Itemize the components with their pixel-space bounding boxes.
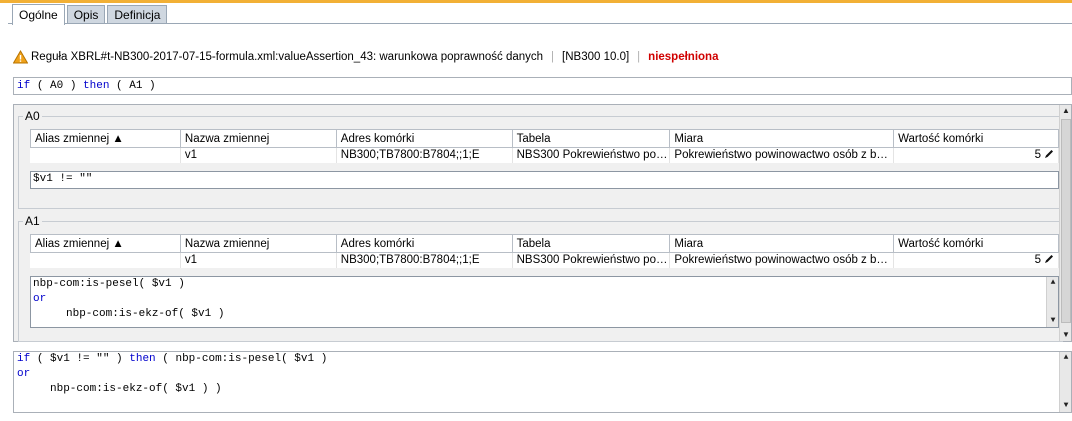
separator: | <box>637 51 641 63</box>
scroll-up-icon[interactable]: ▲ <box>1060 105 1072 117</box>
column-header-table[interactable]: Tabela <box>511 129 671 148</box>
column-header-address[interactable]: Adres komórki <box>335 129 513 148</box>
warning-triangle-icon <box>12 50 29 64</box>
tab-ogolne[interactable]: Ogólne <box>12 4 65 25</box>
window-accent-strip <box>0 0 1072 3</box>
pencil-icon[interactable] <box>1044 254 1054 264</box>
column-header-measure[interactable]: Miara <box>669 129 895 148</box>
keyword-then: then <box>83 80 110 92</box>
code-line: nbp-com:is-pesel( $v1 ) <box>33 278 185 290</box>
formula-operand: ( $v1 != "" ) <box>36 353 123 365</box>
cell-alias <box>30 147 181 163</box>
keyword-if: if <box>17 80 31 92</box>
rule-name: Reguła XBRL#t-NB300-2017-07-15-formula.x… <box>31 51 544 63</box>
keyword-if: if <box>17 353 31 365</box>
table-header-row: Alias zmiennej ▲ Nazwa zmiennej Adres ko… <box>30 234 1059 253</box>
cell-value: 5 <box>893 147 1059 163</box>
rule-header: Reguła XBRL#t-NB300-2017-07-15-formula.x… <box>12 49 719 65</box>
condition-a1[interactable]: nbp-com:is-pesel( $v1 ) or nbp-com:is-ek… <box>30 276 1059 328</box>
panel-scrollbar[interactable]: ▲ ▼ <box>1059 105 1071 341</box>
formula-summary[interactable]: if ( A0 ) then ( A1 ) <box>13 77 1072 95</box>
code-line: or <box>33 293 47 305</box>
column-header-value[interactable]: Wartość komórki <box>893 129 1059 148</box>
cell-table: NBS300 Pokrewieństwo powinowactwo osób <box>512 147 671 163</box>
variables-table-a0: Alias zmiennej ▲ Nazwa zmiennej Adres ko… <box>30 129 1059 163</box>
cell-address: NB300;TB7800:B7804;;1;E <box>336 252 513 268</box>
tab-bar: Ogólne Opis Definicja <box>12 4 169 25</box>
column-header-name[interactable]: Nazwa zmiennej <box>179 234 337 253</box>
column-header-name[interactable]: Nazwa zmiennej <box>179 129 337 148</box>
column-header-table[interactable]: Tabela <box>511 234 671 253</box>
column-header-value[interactable]: Wartość komórki <box>893 234 1059 253</box>
code-line: nbp-com:is-ekz-of( $v1 ) ) <box>17 383 222 395</box>
formula-operand: ( nbp-com:is-pesel( $v1 ) <box>162 353 328 365</box>
cell-name: v1 <box>180 252 337 268</box>
formula-operand: ( A0 ) <box>36 80 77 92</box>
formula-scrollbar[interactable]: ▲ ▼ <box>1059 352 1071 412</box>
code-line: if ( $v1 != "" ) then ( nbp-com:is-pesel… <box>17 352 1071 367</box>
cell-measure: Pokrewieństwo powinowactwo osób z bankie… <box>669 147 895 163</box>
scroll-up-icon[interactable]: ▲ <box>1060 352 1072 364</box>
separator: | <box>551 51 555 63</box>
table-row[interactable]: v1 NB300;TB7800:B7804;;1;E NBS300 Pokrew… <box>30 252 1059 268</box>
code-line: or <box>17 368 31 380</box>
table-row[interactable]: v1 NB300;TB7800:B7804;;1;E NBS300 Pokrew… <box>30 147 1059 163</box>
cell-address: NB300;TB7800:B7804;;1;E <box>336 147 513 163</box>
code-line: nbp-com:is-ekz-of( $v1 ) <box>33 308 225 320</box>
formula-operand: ( A1 ) <box>116 80 156 92</box>
scroll-down-icon[interactable]: ▼ <box>1060 400 1072 412</box>
variables-panel: A0 Alias zmiennej ▲ Nazwa zmiennej Adres… <box>13 104 1072 342</box>
scroll-down-icon[interactable]: ▼ <box>1060 329 1072 341</box>
column-header-measure[interactable]: Miara <box>669 234 895 253</box>
condition-a0[interactable]: $v1 != "" <box>30 171 1059 189</box>
group-legend: A0 <box>25 109 40 123</box>
tab-underline <box>8 23 1072 24</box>
rule-status: niespełniona <box>648 51 719 63</box>
cell-table: NBS300 Pokrewieństwo powinowactwo osób <box>512 252 671 268</box>
scroll-up-icon[interactable]: ▲ <box>1047 277 1059 289</box>
condition-scrollbar[interactable]: ▲ ▼ <box>1046 277 1058 327</box>
keyword-then: then <box>129 353 156 365</box>
column-header-alias[interactable]: Alias zmiennej ▲ <box>30 234 181 253</box>
scroll-thumb[interactable] <box>1061 119 1071 323</box>
formula-expanded[interactable]: if ( $v1 != "" ) then ( nbp-com:is-pesel… <box>13 351 1072 413</box>
code-line: $v1 != "" <box>33 173 93 185</box>
table-header-row: Alias zmiennej ▲ Nazwa zmiennej Adres ko… <box>30 129 1059 148</box>
rule-taxonomy: [NB300 10.0] <box>562 51 630 63</box>
pencil-icon[interactable] <box>1044 149 1054 159</box>
cell-name: v1 <box>180 147 337 163</box>
cell-measure: Pokrewieństwo powinowactwo osób z bankie… <box>669 252 895 268</box>
column-header-alias[interactable]: Alias zmiennej ▲ <box>30 129 181 148</box>
column-header-address[interactable]: Adres komórki <box>335 234 513 253</box>
cell-value: 5 <box>893 252 1059 268</box>
group-legend: A1 <box>25 214 40 228</box>
cell-alias <box>30 252 181 268</box>
scroll-down-icon[interactable]: ▼ <box>1047 315 1059 327</box>
tab-opis[interactable]: Opis <box>66 5 106 24</box>
tab-definicja[interactable]: Definicja <box>107 5 168 24</box>
variables-table-a1: Alias zmiennej ▲ Nazwa zmiennej Adres ko… <box>30 234 1059 268</box>
